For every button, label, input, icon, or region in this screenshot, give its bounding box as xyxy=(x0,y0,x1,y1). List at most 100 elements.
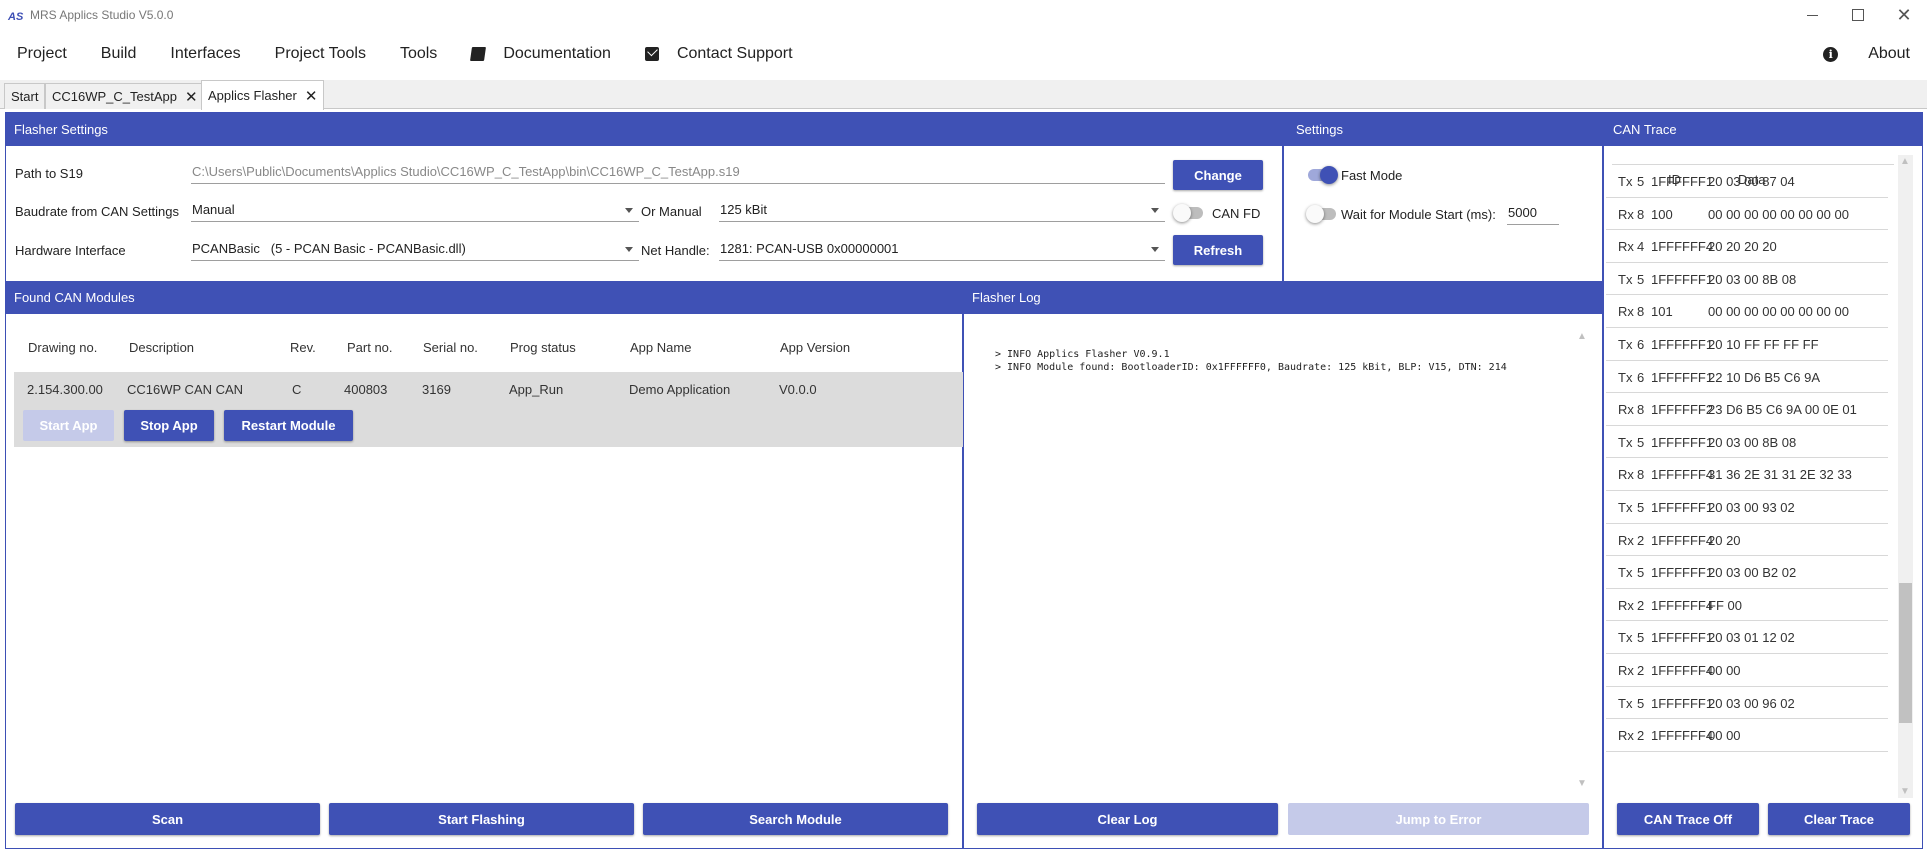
trace-direction: Tx xyxy=(1618,337,1633,352)
hardware-interface-select[interactable]: PCANBasic (5 - PCAN Basic - PCANBasic.dl… xyxy=(191,239,639,261)
minimize-button[interactable] xyxy=(1789,0,1835,30)
path-label: Path to S19 xyxy=(15,166,83,181)
about-area[interactable]: i About xyxy=(1823,34,1910,74)
can-trace-off-button[interactable]: CAN Trace Off xyxy=(1617,803,1759,835)
restart-module-button[interactable]: Restart Module xyxy=(224,410,353,441)
manual-baudrate-select[interactable]: 125 kBit xyxy=(719,200,1165,222)
start-flashing-button[interactable]: Start Flashing xyxy=(329,803,634,835)
menu-project[interactable]: Project xyxy=(0,34,84,74)
col-part-no: Part no. xyxy=(347,340,393,355)
toggle-knob xyxy=(1306,205,1324,223)
can-trace-title: CAN Trace xyxy=(1613,122,1677,137)
close-icon[interactable]: ✕ xyxy=(185,88,198,106)
app-logo-icon: AS xyxy=(8,11,24,23)
menu-build[interactable]: Build xyxy=(84,34,154,74)
log-scroll-down-icon[interactable]: ▼ xyxy=(1576,777,1588,789)
trace-direction: Tx xyxy=(1618,174,1633,189)
tab-cc16wp-testapp[interactable]: CC16WP_C_TestApp ✕ xyxy=(45,83,205,109)
maximize-button[interactable] xyxy=(1835,0,1881,30)
change-button[interactable]: Change xyxy=(1173,160,1263,190)
menu-documentation[interactable]: Documentation xyxy=(454,34,628,74)
trace-scroll-down-icon[interactable]: ▼ xyxy=(1899,785,1911,797)
col-app-version: App Version xyxy=(780,340,851,355)
trace-row: Tx 5 1FFFFFF1 20 03 00 93 02 xyxy=(1606,491,1888,524)
refresh-button[interactable]: Refresh xyxy=(1173,235,1263,265)
close-window-button[interactable]: ✕ xyxy=(1881,0,1927,30)
trace-id: 1FFFFFF1 xyxy=(1651,337,1714,352)
tab-start-label: Start xyxy=(11,89,39,104)
col-prog-status: Prog status xyxy=(510,340,576,355)
menu-documentation-label: Documentation xyxy=(503,45,611,62)
info-icon: i xyxy=(1823,46,1839,62)
trace-length: 5 xyxy=(1637,695,1645,711)
menu-about[interactable]: About xyxy=(1868,45,1910,63)
tab-applics-flasher[interactable]: Applics Flasher ✕ xyxy=(201,80,325,110)
trace-data: 23 D6 B5 C6 9A 00 0E 01 xyxy=(1708,402,1857,418)
menu-interfaces[interactable]: Interfaces xyxy=(153,34,257,74)
trace-id: 1FFFFFF4 xyxy=(1651,532,1714,548)
log-line-1: > INFO Applics Flasher V0.9.1 xyxy=(995,349,1170,360)
trace-scrollbar[interactable]: ▲ ▼ xyxy=(1898,155,1913,798)
clear-trace-button[interactable]: Clear Trace xyxy=(1768,803,1910,835)
trace-direction: Tx xyxy=(1618,695,1633,711)
trace-length: 2 xyxy=(1637,728,1645,744)
trace-length: 5 xyxy=(1637,630,1645,646)
trace-length: 8 xyxy=(1637,206,1645,222)
trace-scrollbar-thumb[interactable] xyxy=(1899,583,1912,723)
jump-to-error-button[interactable]: Jump to Error xyxy=(1288,803,1589,835)
trace-row: Tx 6 1FFFFFF1 22 10 D6 B5 C6 9A xyxy=(1606,361,1888,394)
cell-app-name: Demo Application xyxy=(629,382,731,397)
flasher-log-header: Flasher Log xyxy=(964,281,1603,314)
trace-row: Rx 8 1FFFFFF2 23 D6 B5 C6 9A 00 0E 01 xyxy=(1606,393,1888,426)
menu-project-tools[interactable]: Project Tools xyxy=(258,34,383,74)
close-icon[interactable]: ✕ xyxy=(305,87,318,105)
trace-length: 5 xyxy=(1637,174,1645,189)
or-manual-label: Or Manual xyxy=(641,204,702,219)
trace-id: 1FFFFFF1 xyxy=(1651,565,1714,581)
log-line-2: > INFO Module found: BootloaderID: 0x1FF… xyxy=(995,362,1507,373)
cell-app-version: V0.0.0 xyxy=(779,382,817,397)
net-handle-label: Net Handle: xyxy=(641,243,710,258)
log-scroll-up-icon[interactable]: ▲ xyxy=(1576,330,1588,342)
menu-bar: Project Build Interfaces Project Tools T… xyxy=(0,34,1927,74)
trace-length: 5 xyxy=(1637,565,1645,581)
trace-row: Rx 2 1FFFFFF4 FF 00 xyxy=(1606,589,1888,622)
menu-contact-support[interactable]: Contact Support xyxy=(628,34,810,74)
tab-strip: Start CC16WP_C_TestApp ✕ Applics Flasher… xyxy=(0,80,1927,110)
trace-length: 5 xyxy=(1637,434,1645,450)
start-app-button[interactable]: Start App xyxy=(23,410,114,441)
trace-length: 8 xyxy=(1637,304,1645,320)
clear-log-button[interactable]: Clear Log xyxy=(977,803,1278,835)
trace-id: 1FFFFFF4 xyxy=(1651,239,1714,255)
found-modules-header: Found CAN Modules xyxy=(6,281,964,314)
trace-data: 20 03 01 12 02 xyxy=(1708,630,1795,646)
trace-row: Tx 5 1FFFFFF1 20 03 00 87 04 xyxy=(1606,165,1888,198)
scan-button[interactable]: Scan xyxy=(15,803,320,835)
trace-scroll-up-icon[interactable]: ▲ xyxy=(1899,155,1911,167)
wait-module-toggle[interactable] xyxy=(1306,205,1336,223)
canfd-toggle[interactable] xyxy=(1173,204,1203,222)
stop-app-button[interactable]: Stop App xyxy=(124,410,214,441)
net-handle-select[interactable]: 1281: PCAN-USB 0x00000001 xyxy=(719,239,1165,261)
trace-id: 100 xyxy=(1651,206,1673,222)
trace-length: 2 xyxy=(1637,597,1645,613)
table-row[interactable]: 2.154.300.00 CC16WP CAN CAN C 400803 316… xyxy=(14,372,963,447)
trace-length: 6 xyxy=(1637,369,1645,385)
wait-module-input[interactable]: 5000 xyxy=(1507,203,1559,225)
found-modules-title: Found CAN Modules xyxy=(14,290,135,305)
trace-row: Rx 2 1FFFFFF4 00 00 xyxy=(1606,719,1888,752)
path-field[interactable]: C:\Users\Public\Documents\Applics Studio… xyxy=(191,162,1165,184)
trace-direction: Rx xyxy=(1618,304,1634,320)
trace-id: 1FFFFFF4 xyxy=(1651,663,1714,678)
search-module-button[interactable]: Search Module xyxy=(643,803,948,835)
trace-direction: Tx xyxy=(1618,369,1633,385)
trace-direction: Tx xyxy=(1618,565,1633,581)
trace-row: Rx 2 1FFFFFF4 00 00 xyxy=(1606,654,1888,687)
fast-mode-toggle[interactable] xyxy=(1308,166,1338,184)
baudrate-select[interactable]: Manual xyxy=(191,200,639,222)
trace-row: Rx 8 101 00 00 00 00 00 00 00 00 xyxy=(1606,295,1888,328)
trace-data: 20 10 FF FF FF FF xyxy=(1708,337,1819,352)
menu-tools[interactable]: Tools xyxy=(383,34,454,74)
tab-start[interactable]: Start xyxy=(4,83,46,109)
trace-length: 6 xyxy=(1637,337,1645,352)
